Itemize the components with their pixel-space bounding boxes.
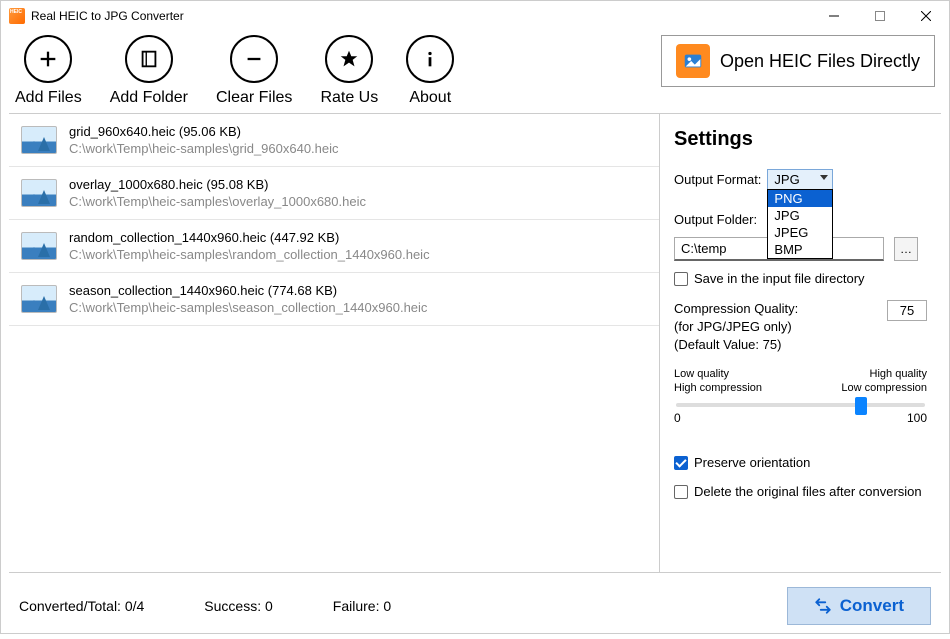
file-name: random_collection_1440x960.heic (447.92 … [69,230,430,245]
file-item[interactable]: overlay_1000x680.heic (95.08 KB) C:\work\… [9,167,659,220]
slider-min: 0 [674,411,681,425]
preserve-orientation-label: Preserve orientation [694,455,810,470]
output-format-label: Output Format: [674,172,761,187]
titlebar: Real HEIC to JPG Converter [1,1,949,31]
file-name: season_collection_1440x960.heic (774.68 … [69,283,427,298]
low-compression-label: Low compression [841,381,927,395]
file-item[interactable]: grid_960x640.heic (95.06 KB) C:\work\Temp… [9,114,659,167]
add-files-label: Add Files [15,89,82,107]
promo-text: Open HEIC Files Directly [720,51,920,72]
file-list[interactable]: grid_960x640.heic (95.06 KB) C:\work\Temp… [9,114,659,572]
add-folder-label: Add Folder [110,89,188,107]
quality-label-2: (for JPG/JPEG only) [674,318,798,336]
high-compression-label: High compression [674,381,762,395]
maximize-button[interactable] [857,1,903,31]
slider-thumb[interactable] [855,397,867,415]
file-path: C:\work\Temp\heic-samples\grid_960x640.h… [69,141,339,156]
about-button[interactable]: About [406,35,454,107]
file-item[interactable]: random_collection_1440x960.heic (447.92 … [9,220,659,273]
clear-files-button[interactable]: Clear Files [216,35,292,107]
high-quality-label: High quality [841,367,927,381]
quality-input[interactable] [887,300,927,321]
info-icon [419,48,441,70]
file-path: C:\work\Temp\heic-samples\overlay_1000x6… [69,194,366,209]
star-icon [338,48,360,70]
file-thumbnail-icon [21,232,57,260]
low-quality-label: Low quality [674,367,762,381]
format-option[interactable]: PNG [768,190,832,207]
failure-count: Failure: 0 [333,598,391,614]
save-in-input-checkbox[interactable] [674,272,688,286]
format-option[interactable]: BMP [768,241,832,258]
browse-folder-button[interactable]: … [894,237,918,261]
settings-panel: Settings Output Format: JPG PNGJPGJPEGBM… [659,114,941,572]
delete-original-checkbox[interactable] [674,485,688,499]
output-format-select[interactable]: JPG [767,169,833,190]
about-label: About [409,89,451,107]
slider-max: 100 [907,411,927,425]
minimize-button[interactable] [811,1,857,31]
file-thumbnail-icon [21,285,57,313]
convert-icon [814,597,832,615]
file-path: C:\work\Temp\heic-samples\random_collect… [69,247,430,262]
window-title: Real HEIC to JPG Converter [31,9,811,23]
file-item[interactable]: season_collection_1440x960.heic (774.68 … [9,273,659,326]
output-folder-label: Output Folder: [674,212,757,227]
file-path: C:\work\Temp\heic-samples\season_collect… [69,300,427,315]
file-name: overlay_1000x680.heic (95.08 KB) [69,177,366,192]
quality-label-3: (Default Value: 75) [674,336,798,354]
file-thumbnail-icon [21,126,57,154]
settings-heading: Settings [674,128,927,151]
file-thumbnail-icon [21,179,57,207]
output-format-dropdown[interactable]: PNGJPGJPEGBMP [767,189,833,259]
save-in-input-label: Save in the input file directory [694,271,865,286]
preserve-orientation-checkbox[interactable] [674,456,688,470]
chevron-down-icon [820,175,828,180]
quality-label-1: Compression Quality: [674,300,798,318]
rate-us-button[interactable]: Rate Us [320,35,378,107]
plus-icon [37,48,59,70]
delete-original-label: Delete the original files after conversi… [694,484,922,499]
format-option[interactable]: JPG [768,207,832,224]
clear-files-label: Clear Files [216,89,292,107]
folder-icon [138,48,160,70]
rate-us-label: Rate Us [320,89,378,107]
add-files-button[interactable]: Add Files [15,35,82,107]
close-button[interactable] [903,1,949,31]
app-icon [9,8,25,24]
minus-icon [243,48,265,70]
add-folder-button[interactable]: Add Folder [110,35,188,107]
format-option[interactable]: JPEG [768,224,832,241]
convert-button[interactable]: Convert [787,587,931,625]
promo-banner[interactable]: Open HEIC Files Directly [661,35,935,87]
promo-icon [676,44,710,78]
quality-slider[interactable] [676,403,925,407]
status-bar: Converted/Total: 0/4 Success: 0 Failure:… [1,573,949,639]
success-count: Success: 0 [204,598,272,614]
converted-total: Converted/Total: 0/4 [19,598,144,614]
file-name: grid_960x640.heic (95.06 KB) [69,124,339,139]
